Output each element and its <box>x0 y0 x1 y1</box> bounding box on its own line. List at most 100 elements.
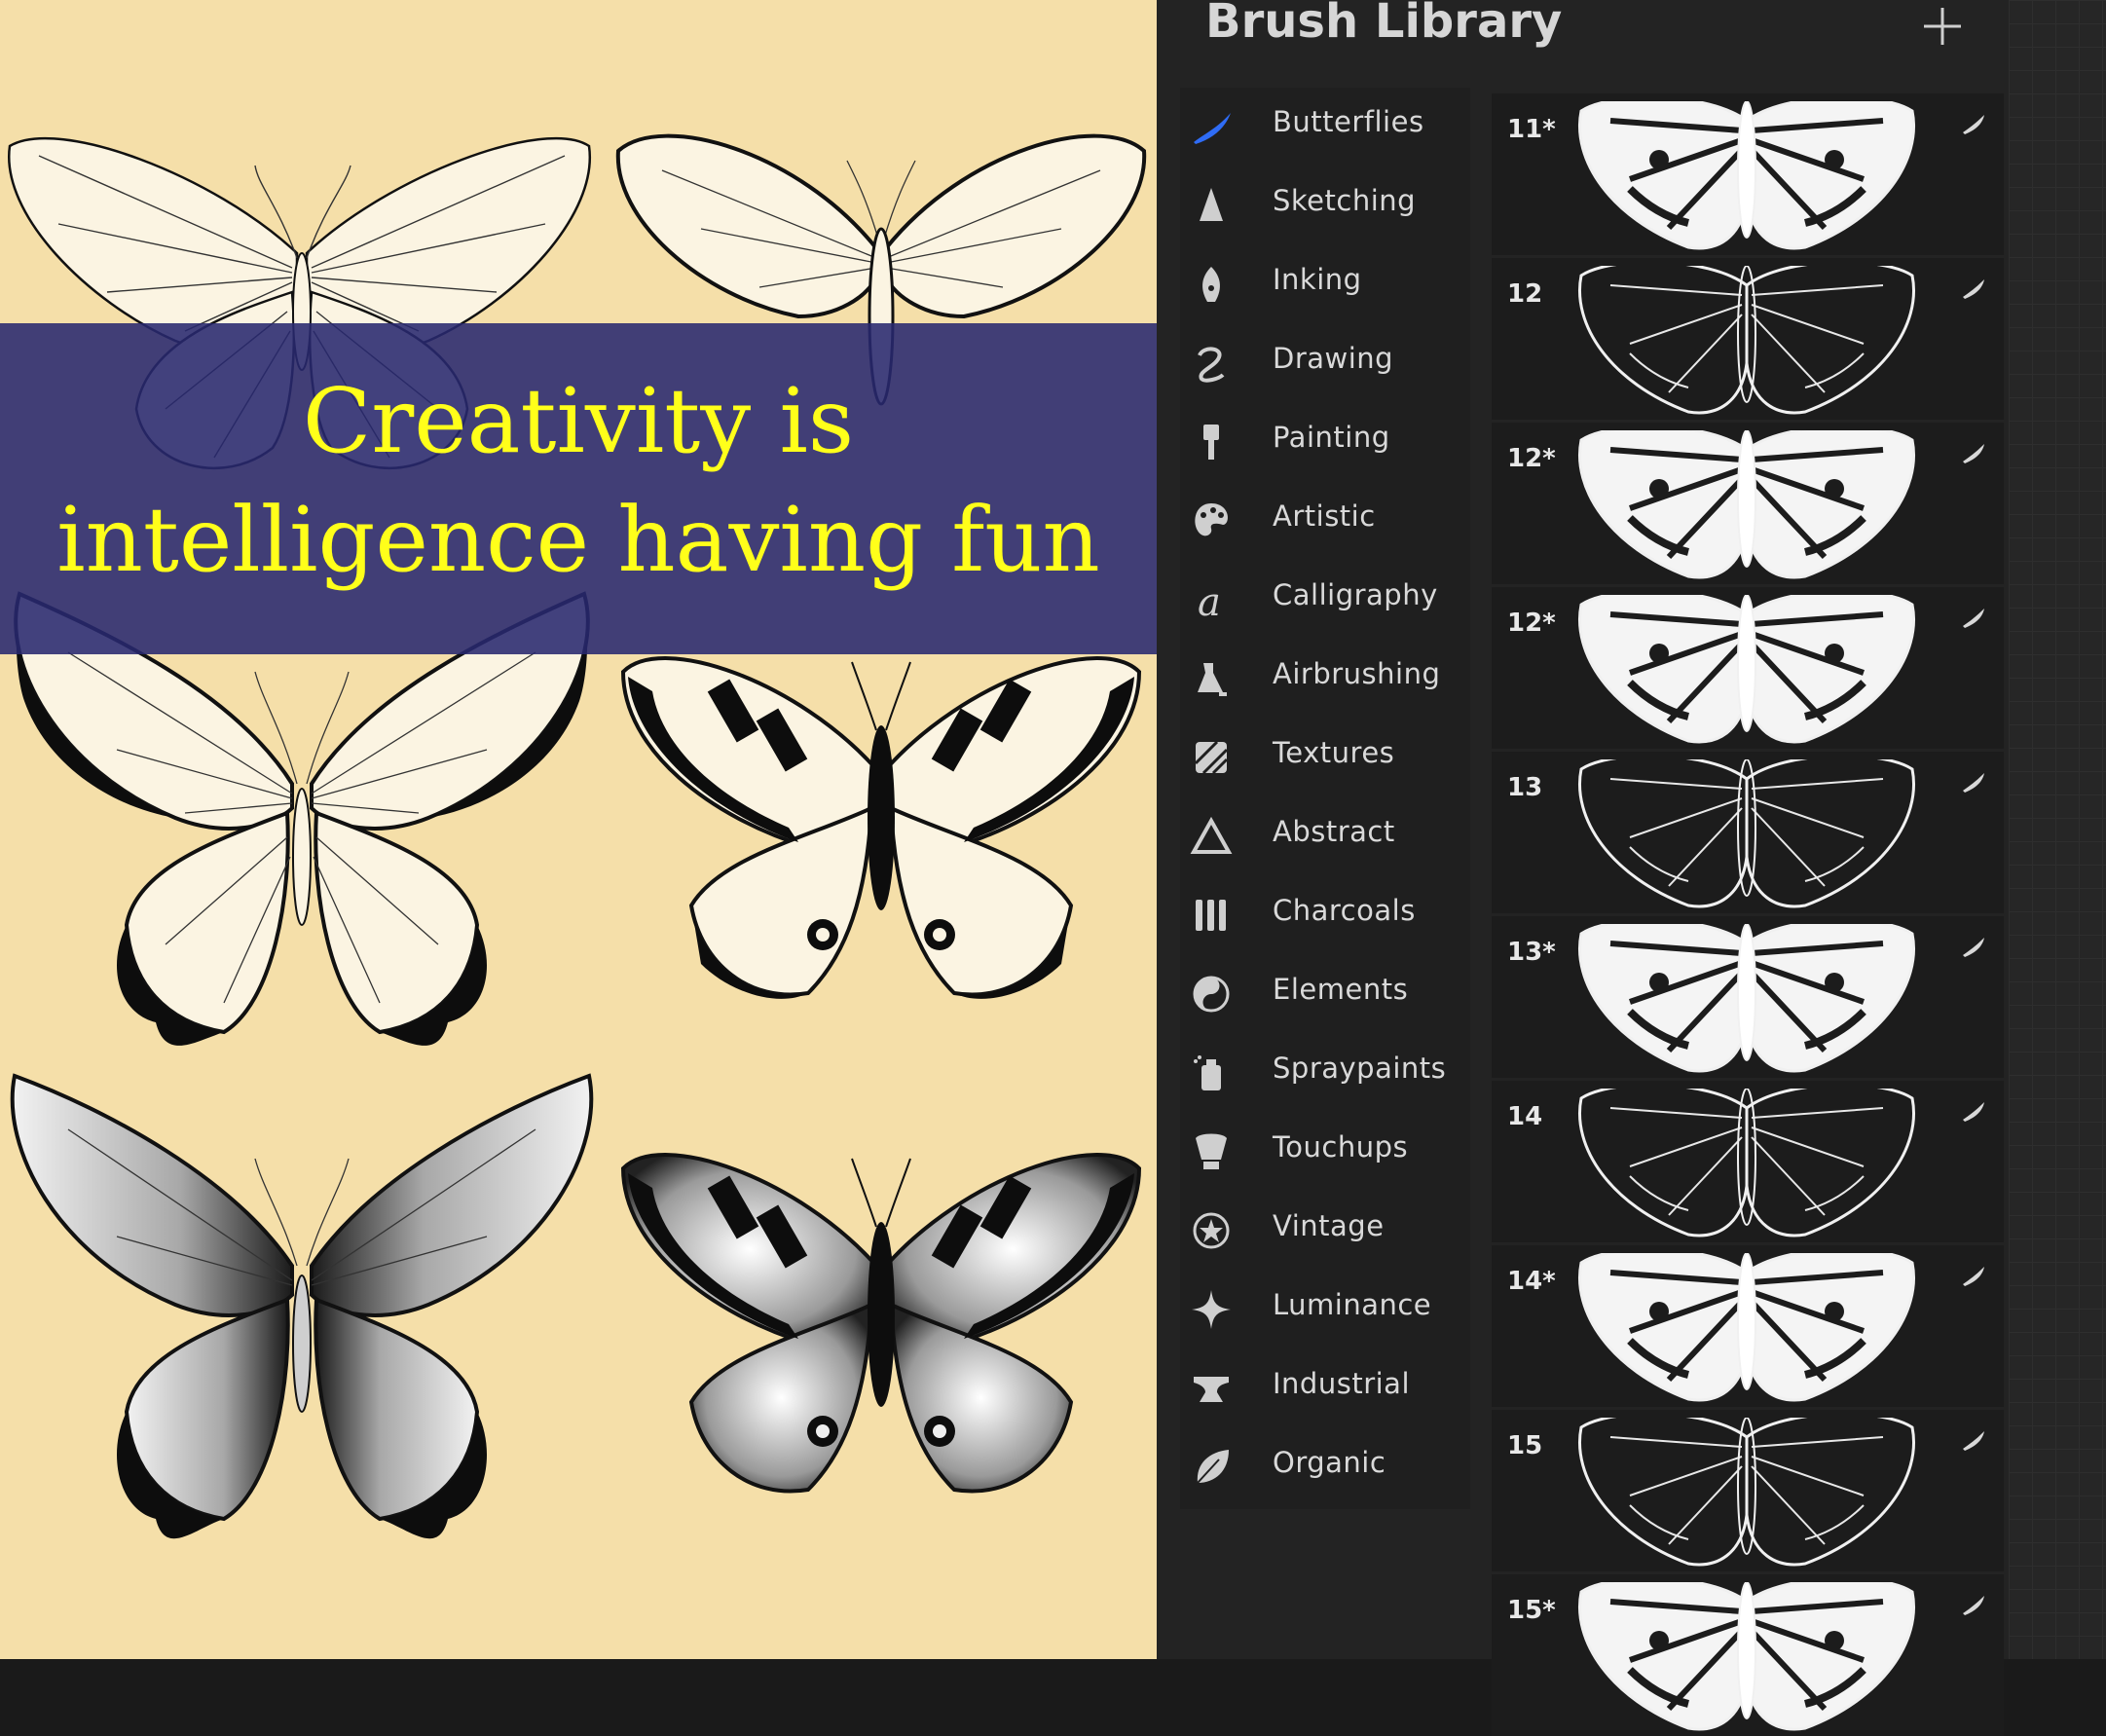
stroke-indicator-icon <box>1963 773 1984 793</box>
brush-item[interactable]: 12* <box>1492 423 2004 584</box>
brush-set-label: Vintage <box>1273 1209 1385 1242</box>
leaf-icon <box>1197 1450 1229 1484</box>
brush-set-airbrushing[interactable]: Airbrushing <box>1180 640 1470 718</box>
brush-library-header: Brush Library <box>1157 0 2009 60</box>
brush-number: 15 <box>1507 1431 1543 1460</box>
plus-icon[interactable] <box>1918 2 1967 51</box>
brush-set-label: Abstract <box>1273 815 1395 848</box>
brush-set-calligraphy[interactable]: a Calligraphy <box>1180 561 1470 639</box>
background-grid <box>2009 0 2106 1659</box>
anvil-icon <box>1194 1377 1229 1402</box>
brush-set-inking[interactable]: Inking <box>1180 245 1470 323</box>
svg-text:a: a <box>1198 580 1221 621</box>
brush-set-drawing[interactable]: Drawing <box>1180 324 1470 402</box>
yin-yang-icon <box>1193 976 1230 1013</box>
brush-stroke-preview <box>1578 1418 1915 1567</box>
brush-set-label: Spraypaints <box>1273 1052 1447 1085</box>
brush-set-abstract[interactable]: Abstract <box>1180 797 1470 875</box>
brush-number: 14* <box>1507 1267 1556 1296</box>
brush-item[interactable]: 13* <box>1492 916 2004 1078</box>
brush-item[interactable]: 15* <box>1492 1574 2004 1736</box>
brush-set-artistic[interactable]: Artistic <box>1180 482 1470 560</box>
brush-item[interactable]: 13 <box>1492 752 2004 913</box>
brush-stroke-icon <box>1194 113 1231 144</box>
star-circle-icon <box>1193 1212 1230 1249</box>
brush-stroke-preview <box>1578 759 1915 908</box>
brush-set-painting[interactable]: Painting <box>1180 403 1470 481</box>
drawing-canvas[interactable]: Creativity is intelligence having fun <box>0 0 1157 1659</box>
brush-stroke-preview <box>1578 1582 1915 1731</box>
stroke-indicator-icon <box>1963 1102 1984 1122</box>
brush-item[interactable]: 15 <box>1492 1410 2004 1571</box>
brush-item[interactable]: 12* <box>1492 587 2004 749</box>
brush-set-label: Textures <box>1273 736 1395 769</box>
brush-set-sketching[interactable]: Sketching <box>1180 166 1470 244</box>
brush-set-industrial[interactable]: Industrial <box>1180 1349 1470 1427</box>
butterfly-shaded-swallowtail <box>10 1073 594 1539</box>
brush-set-label: Drawing <box>1273 342 1394 375</box>
brush-number: 12 <box>1507 279 1543 309</box>
brush-number: 13 <box>1507 773 1543 802</box>
spray-can-icon <box>1194 1055 1221 1090</box>
triangle-icon <box>1190 816 1233 854</box>
brush-set-label: Luminance <box>1273 1288 1432 1321</box>
brush-set-label: Elements <box>1273 973 1409 1006</box>
stroke-indicator-icon <box>1963 444 1984 463</box>
brush-number: 13* <box>1507 938 1556 967</box>
brush-number: 12* <box>1507 609 1556 638</box>
brush-number: 14 <box>1507 1102 1543 1131</box>
brush-set-spraypaints[interactable]: Spraypaints <box>1180 1034 1470 1112</box>
brush-set-label: Organic <box>1273 1446 1386 1479</box>
stroke-indicator-icon <box>1963 115 1984 134</box>
brush-number: 12* <box>1507 444 1556 473</box>
brush-item[interactable]: 14* <box>1492 1245 2004 1407</box>
brush-set-label: Inking <box>1273 263 1362 296</box>
brush-stroke-preview <box>1578 430 1915 579</box>
brush-set-organic[interactable]: Organic <box>1180 1428 1470 1506</box>
brush-set-touchups[interactable]: Touchups <box>1180 1113 1470 1191</box>
hatch-square-icon <box>1194 740 1229 775</box>
stroke-indicator-icon <box>1963 279 1984 299</box>
brush-library-title: Brush Library <box>1205 0 1563 49</box>
brush-set-label: Painting <box>1273 421 1390 454</box>
brush-set-label: Touchups <box>1273 1130 1409 1163</box>
brush-set-label: Charcoals <box>1273 894 1416 927</box>
butterfly-striped <box>620 656 1142 999</box>
brush-set-list: Butterflies Sketching Inking Drawing Paintin… <box>1180 88 1470 1509</box>
airbrush-icon <box>1198 663 1227 696</box>
brush-set-label: Calligraphy <box>1273 578 1438 611</box>
quote-line-2: intelligence having fun <box>56 488 1100 592</box>
brush-item[interactable]: 12 <box>1492 258 2004 420</box>
brush-set-charcoals[interactable]: Charcoals <box>1180 876 1470 954</box>
brush-set-label: Butterflies <box>1273 105 1424 138</box>
brush-item[interactable]: 11* <box>1492 93 2004 255</box>
squiggle-icon <box>1198 347 1225 383</box>
brush-set-luminance[interactable]: Luminance <box>1180 1271 1470 1348</box>
stroke-indicator-icon <box>1963 609 1984 628</box>
butterfly-shaded-striped <box>620 1153 1142 1494</box>
brush-item[interactable]: 14 <box>1492 1081 2004 1242</box>
brush-stroke-preview <box>1578 595 1915 744</box>
brush-stroke-preview <box>1578 266 1915 415</box>
brush-set-textures[interactable]: Textures <box>1180 719 1470 796</box>
pen-nib-icon <box>1202 267 1220 302</box>
script-a-icon: a <box>1198 580 1221 621</box>
brush-stroke-preview <box>1578 924 1915 1073</box>
brush-set-label: Artistic <box>1273 499 1376 533</box>
bucket-icon <box>1196 1133 1227 1169</box>
brush-number: 15* <box>1507 1596 1556 1625</box>
sparkle-icon <box>1192 1290 1231 1329</box>
brush-stroke-preview <box>1578 1089 1915 1237</box>
brush-set-vintage[interactable]: Vintage <box>1180 1192 1470 1270</box>
brush-set-label: Industrial <box>1273 1367 1411 1400</box>
quote-line-1: Creativity is <box>302 369 855 473</box>
brush-list: 11* 12 12* 12* 13 13* 14 14* 15 15* <box>1492 93 2004 1736</box>
stroke-indicator-icon <box>1963 938 1984 957</box>
charcoal-sticks-icon <box>1196 900 1226 931</box>
brush-stroke-preview <box>1578 101 1915 250</box>
pencil-tip-icon <box>1200 188 1223 221</box>
brush-set-butterflies[interactable]: Butterflies <box>1180 88 1470 166</box>
quote-text: Creativity is intelligence having fun <box>0 362 1157 600</box>
brush-set-elements[interactable]: Elements <box>1180 955 1470 1033</box>
brush-set-label: Sketching <box>1273 184 1417 217</box>
